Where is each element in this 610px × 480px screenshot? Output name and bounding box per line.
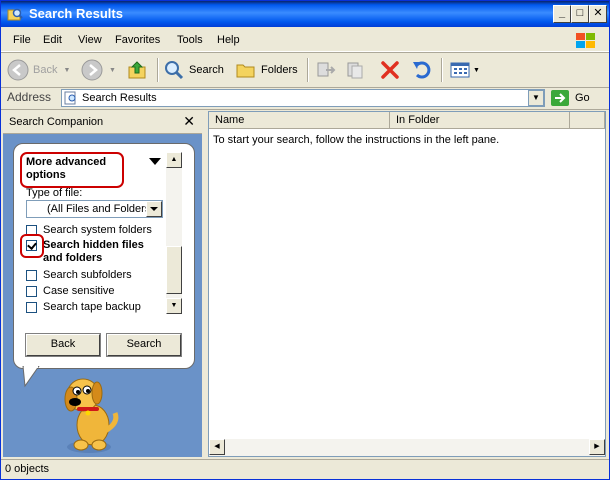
back-button[interactable]: Back ▼	[7, 57, 70, 83]
title-bar[interactable]: Search Results _ □ ✕	[1, 1, 609, 27]
rover-search-dog-icon[interactable]	[53, 373, 123, 455]
search-button[interactable]: Search	[163, 57, 224, 83]
address-bar: Address Search Results ▼ Go	[1, 87, 609, 110]
views-dropdown-icon[interactable]: ▼	[473, 67, 480, 74]
chevron-down-icon[interactable]	[146, 201, 162, 217]
scroll-down-icon[interactable]: ▼	[166, 298, 182, 314]
type-of-file-label: Type of file:	[26, 187, 83, 199]
search-page-icon	[64, 91, 76, 105]
explorer-window: Search Results _ □ ✕ File Edit View Favo…	[0, 0, 610, 480]
address-input[interactable]: Search Results ▼	[61, 89, 545, 107]
go-arrow-icon	[551, 90, 569, 106]
delete-x-icon	[381, 61, 399, 79]
go-button[interactable]: Go	[551, 90, 590, 106]
column-header-name[interactable]: Name	[209, 112, 390, 129]
address-value: Search Results	[82, 92, 157, 104]
search-options-balloon: More advanced options ▲ ▼ Type of file: …	[13, 143, 195, 369]
checkbox-search-tape-backup[interactable]	[26, 302, 37, 313]
menu-help[interactable]: Help	[217, 34, 240, 46]
menu-view[interactable]: View	[78, 34, 102, 46]
forward-dropdown-icon[interactable]: ▼	[109, 67, 116, 74]
collapse-arrow-icon[interactable]	[149, 158, 161, 165]
toolbar-separator	[157, 58, 159, 82]
status-objects-count: 0 objects	[5, 463, 50, 475]
highlight-advanced-options	[20, 152, 124, 188]
checkbox-case-sensitive[interactable]	[26, 286, 37, 297]
back-dropdown-icon[interactable]: ▼	[63, 67, 70, 74]
close-button[interactable]: ✕	[589, 5, 607, 23]
highlight-hidden-checkbox	[20, 234, 44, 258]
copy-to-icon	[347, 62, 363, 79]
option-search-subfolders[interactable]: Search subfolders	[26, 269, 132, 282]
search-companion-title: Search Companion	[9, 116, 104, 128]
results-pane: Name In Folder To start your search, fol…	[208, 111, 606, 457]
option-search-hidden-files[interactable]: Search hidden files and folders	[26, 239, 156, 265]
balloon-tail	[22, 366, 40, 388]
windows-logo-icon	[576, 33, 595, 48]
column-header-extra[interactable]	[570, 112, 605, 129]
results-horizontal-scrollbar[interactable]: ◀ ▶	[209, 439, 605, 456]
search-icon	[165, 61, 184, 80]
column-header-in-folder[interactable]: In Folder	[390, 112, 570, 129]
search-companion-pane: Search Companion ✕ More advanced options…	[3, 111, 202, 457]
address-dropdown-icon[interactable]: ▼	[528, 90, 544, 106]
empty-results-message: To start your search, follow the instruc…	[213, 134, 500, 146]
minimize-button[interactable]: _	[553, 5, 571, 23]
scroll-right-icon[interactable]: ▶	[589, 439, 605, 455]
copy-to-button[interactable]	[345, 57, 367, 83]
search-companion-header: Search Companion ✕	[3, 111, 202, 134]
scroll-up-icon[interactable]: ▲	[166, 152, 182, 168]
type-of-file-value: (All Files and Folders)	[47, 203, 154, 215]
dropdown-arrow-icon	[150, 207, 158, 211]
search-submit-button[interactable]: Search	[106, 333, 182, 357]
menu-edit[interactable]: Edit	[43, 34, 62, 46]
views-icon	[450, 62, 470, 78]
status-bar: 0 objects	[1, 459, 609, 480]
back-arrow-icon	[7, 59, 29, 81]
address-label: Address	[7, 90, 52, 104]
scroll-left-icon[interactable]: ◀	[209, 439, 225, 455]
toolbar-separator	[441, 58, 443, 82]
toolbar-separator	[307, 58, 309, 82]
back-options-button[interactable]: Back	[25, 333, 101, 357]
move-to-icon	[317, 62, 336, 77]
window-title: Search Results	[29, 6, 123, 21]
folders-icon	[236, 64, 255, 78]
forward-button[interactable]: ▼	[81, 57, 116, 83]
forward-arrow-icon	[81, 59, 103, 81]
menu-tools[interactable]: Tools	[177, 34, 203, 46]
close-pane-icon[interactable]: ✕	[183, 113, 195, 130]
type-of-file-select[interactable]: (All Files and Folders)	[26, 200, 163, 218]
scroll-thumb[interactable]	[166, 246, 182, 294]
option-search-system-folders[interactable]: Search system folders	[26, 224, 152, 237]
up-folder-icon	[128, 61, 146, 79]
toolbar: Back ▼ ▼ Search Folders ▼	[1, 52, 609, 88]
menu-favorites[interactable]: Favorites	[115, 34, 160, 46]
search-folder-icon	[7, 8, 23, 21]
views-button[interactable]: ▼	[449, 57, 480, 83]
move-to-button[interactable]	[315, 57, 337, 83]
delete-button[interactable]	[379, 57, 401, 83]
option-search-tape-backup[interactable]: Search tape backup	[26, 301, 141, 314]
option-case-sensitive[interactable]: Case sensitive	[26, 285, 115, 298]
menu-bar: File Edit View Favorites Tools Help	[1, 29, 609, 52]
folders-button[interactable]: Folders	[235, 57, 298, 83]
up-folder-button[interactable]	[127, 57, 149, 83]
options-scrollbar[interactable]: ▲ ▼	[166, 152, 182, 314]
menu-file[interactable]: File	[13, 34, 31, 46]
checkbox-search-subfolders[interactable]	[26, 270, 37, 281]
undo-icon	[413, 61, 431, 79]
maximize-button[interactable]: □	[571, 5, 589, 23]
undo-button[interactable]	[411, 57, 433, 83]
